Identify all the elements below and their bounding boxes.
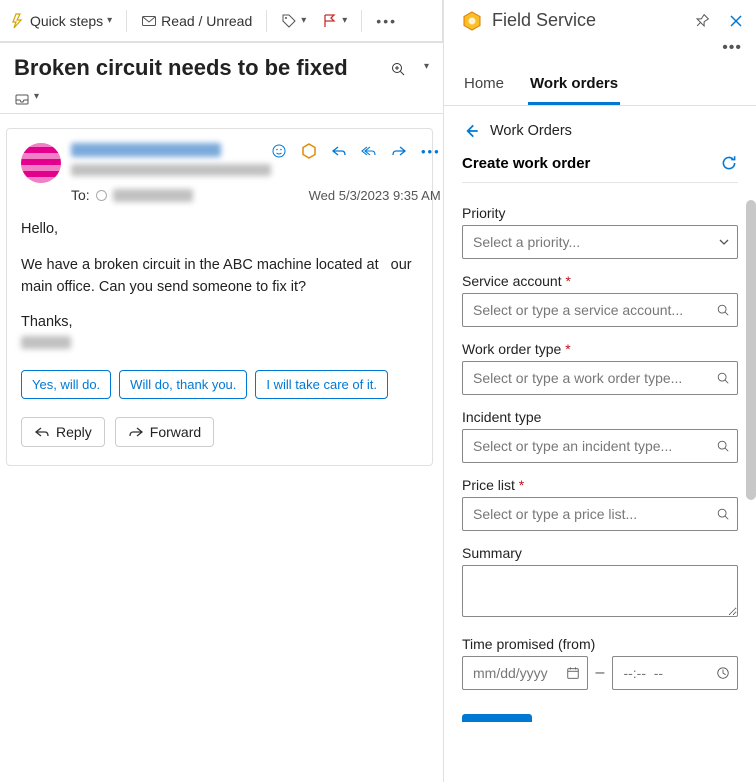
to-label: To: [71,187,90,203]
forward-icon[interactable] [391,143,407,159]
work-orders-breadcrumb: Work Orders [490,123,572,139]
save-button[interactable]: Save [462,714,532,722]
search-icon [716,439,730,453]
summary-textarea[interactable] [462,565,738,617]
back-arrow-icon[interactable] [462,122,480,140]
panel-tabs: Home Work orders [444,65,756,106]
chevron-down-icon [718,236,730,248]
search-icon [716,303,730,317]
flag-button[interactable]: ▾ [316,9,353,33]
envelope-icon [141,13,157,29]
avatar [21,143,61,183]
work-order-type-input[interactable] [462,361,738,395]
field-service-hex-icon[interactable] [301,143,317,159]
search-icon [716,507,730,521]
price-list-input[interactable] [462,497,738,531]
presence-icon [96,190,107,201]
reply-label: Reply [56,424,92,440]
forward-icon [128,424,144,440]
subject-header: Broken circuit needs to be fixed ▾ ▾ [0,42,443,114]
field-service-logo-icon [462,11,482,31]
body-main: We have a broken circuit in the ABC mach… [21,255,416,299]
scrollbar[interactable] [746,200,756,500]
toolbar-divider [126,10,127,32]
search-icon [716,371,730,385]
chevron-down-icon: ▾ [301,15,306,26]
priority-select[interactable]: Select a priority... [462,225,738,259]
suggested-replies: Yes, will do. Will do, thank you. I will… [21,370,416,399]
toolbar-divider [361,10,362,32]
more-message-button[interactable]: ••• [421,144,441,159]
sender-name-redacted: redacted [71,143,221,157]
summary-label: Summary [462,545,738,561]
tag-icon [281,13,297,29]
incident-type-label: Incident type [462,409,738,425]
create-work-order-title: Create work order [462,155,590,172]
quick-steps-label: Quick steps [30,13,103,29]
tag-button[interactable]: ▾ [275,9,312,33]
body-greeting: Hello, [21,219,416,241]
signature-redacted: redacted [21,336,71,349]
toolbar-divider [266,10,267,32]
reply-icon [34,424,50,440]
price-list-label: Price list * [462,477,738,493]
pin-icon[interactable] [694,13,710,29]
incident-type-input[interactable] [462,429,738,463]
read-unread-label: Read / Unread [161,13,252,29]
panel-title: Field Service [492,10,596,31]
chevron-down-icon: ▾ [107,15,112,26]
sender-email-redacted: redacted [71,164,271,176]
body-thanks: Thanks, [21,312,416,334]
mail-toolbar: Quick steps ▾ Read / Unread ▾ [0,0,443,42]
refresh-icon[interactable] [720,154,738,172]
panel-more-button[interactable]: ••• [444,35,756,57]
clock-icon [716,666,730,680]
close-icon[interactable] [728,13,744,29]
forward-label: Forward [150,424,201,440]
time-promised-label: Time promised (from) [462,636,738,652]
email-subject: Broken circuit needs to be fixed [14,55,348,81]
message-card: redacted redacted ••• To [6,128,433,466]
suggest-1[interactable]: Yes, will do. [21,370,111,399]
forward-button[interactable]: Forward [115,417,214,447]
read-unread-button[interactable]: Read / Unread [135,9,258,33]
work-order-type-label: Work order type * [462,341,738,357]
flag-icon [322,13,338,29]
priority-label: Priority [462,205,738,221]
more-toolbar-button[interactable]: ••• [370,9,403,33]
lightning-icon [10,13,26,29]
chevron-down-icon[interactable]: ▾ [34,91,39,107]
reply-all-icon[interactable] [361,143,377,159]
datetime-separator: – [596,664,605,682]
quick-steps-button[interactable]: Quick steps ▾ [4,9,118,33]
tab-home[interactable]: Home [462,65,506,105]
zoom-icon[interactable] [390,61,406,77]
tab-work-orders[interactable]: Work orders [528,65,620,105]
emoji-icon[interactable] [271,143,287,159]
message-body: Hello, We have a broken circuit in the A… [21,219,416,358]
reply-icon[interactable] [331,143,347,159]
chevron-down-icon: ▾ [342,15,347,26]
calendar-icon [566,666,580,680]
recipient-redacted: redacted [113,189,193,202]
work-order-form: Priority Select a priority... Service ac… [462,183,738,722]
service-account-input[interactable] [462,293,738,327]
reply-button[interactable]: Reply [21,417,105,447]
inbox-icon[interactable] [14,91,30,107]
message-timestamp: Wed 5/3/2023 9:35 AM [309,188,441,203]
service-account-label: Service account * [462,273,738,289]
suggest-3[interactable]: I will take care of it. [255,370,388,399]
chevron-down-icon[interactable]: ▾ [424,61,429,72]
suggest-2[interactable]: Will do, thank you. [119,370,247,399]
panel-header: Field Service [444,0,756,35]
